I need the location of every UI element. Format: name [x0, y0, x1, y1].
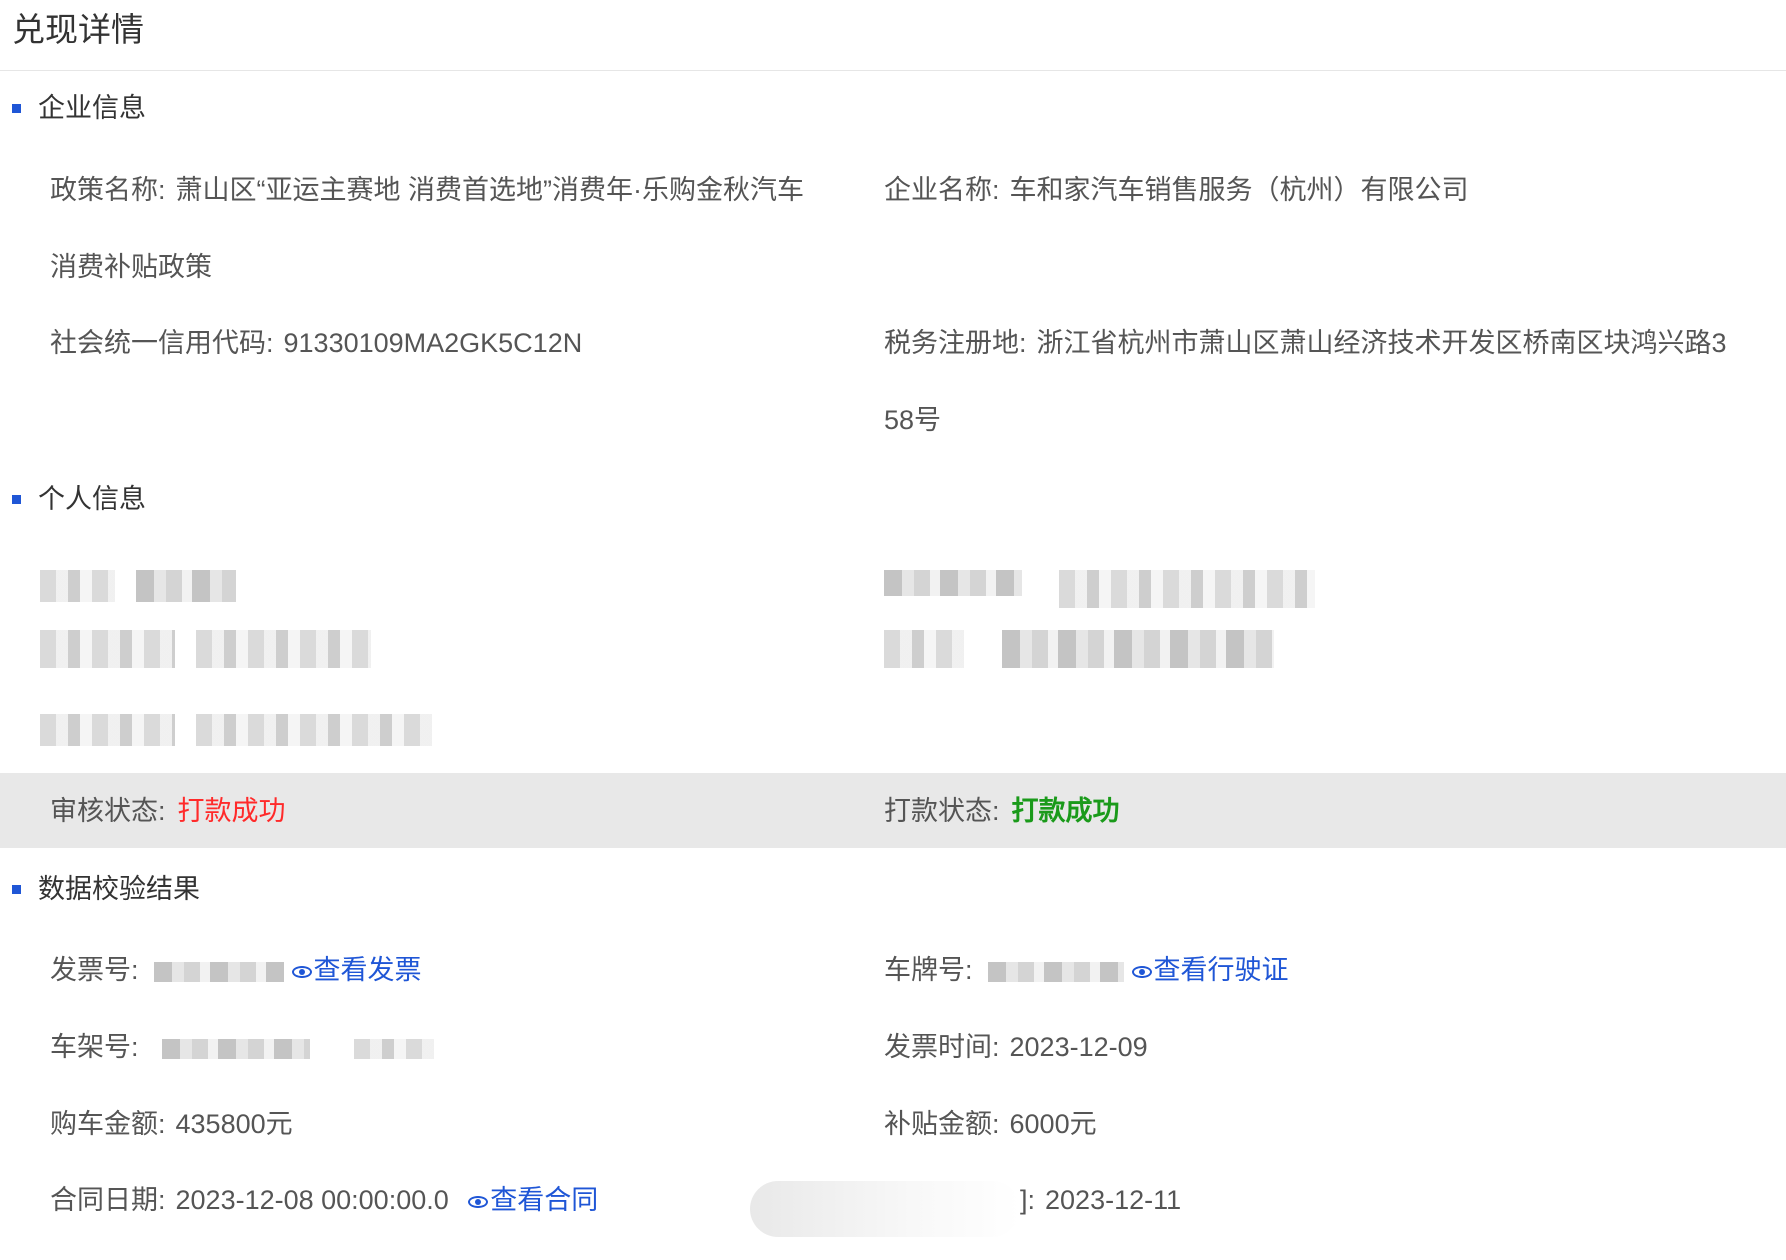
partial-date-value: 2023-12-11 [1045, 1185, 1182, 1215]
section-marker-icon [12, 494, 21, 504]
redacted-vin-part-2 [353, 1038, 434, 1059]
purchase-amount-label: 购车金额: [50, 1109, 166, 1139]
eye-icon [468, 1195, 489, 1208]
credit-code-value: 91330109MA2GK5C12N [283, 328, 583, 358]
contract-date-label: 合同日期: [50, 1185, 166, 1215]
tax-address-row: 税务注册地: 浙江省杭州市萧山区萧山经济技术开发区桥南区块鸿兴路3 [884, 323, 1727, 363]
redacted-field-2-label [40, 714, 175, 746]
vin-row: 车架号: [50, 1027, 434, 1067]
invoice-label: 发票号: [50, 955, 139, 985]
purchase-amount-value: 435800元 [175, 1109, 293, 1139]
purchase-amount-row: 购车金额: 435800元 [50, 1104, 293, 1144]
redacted-field-1-label [40, 630, 175, 668]
view-license-link[interactable]: 查看行驶证 [1131, 955, 1289, 985]
redacted-name-value [136, 570, 236, 602]
subsidy-amount-row: 补贴金额: 6000元 [884, 1104, 1097, 1144]
policy-name-value-line2: 消费补贴政策 [50, 252, 212, 282]
credit-code-label: 社会统一信用代码: [50, 328, 274, 358]
page-title: 兑现详情 [12, 11, 144, 48]
redacted-name-label [40, 570, 115, 602]
page-header: 兑现详情 [0, 0, 1786, 71]
redacted-field-2-value [196, 714, 432, 746]
credit-code-row: 社会统一信用代码: 91330109MA2GK5C12N [50, 323, 582, 363]
company-name-value: 车和家汽车销售服务（杭州）有限公司 [1009, 175, 1469, 205]
eye-icon [291, 965, 312, 978]
redacted-field-4-label [884, 630, 964, 668]
partial-date-row: ]: 2023-12-11 [1020, 1180, 1181, 1220]
partial-date-label: ]: [1020, 1185, 1036, 1215]
subsidy-amount-label: 补贴金额: [884, 1109, 1000, 1139]
view-invoice-link[interactable]: 查看发票 [291, 955, 422, 985]
policy-name-label: 政策名称: [50, 175, 166, 205]
invoice-row: 发票号: 查看发票 [50, 950, 422, 990]
plate-label: 车牌号: [884, 955, 973, 985]
view-invoice-label: 查看发票 [313, 955, 422, 985]
eye-icon [1131, 965, 1152, 978]
redacted-vin-part-1 [162, 1038, 311, 1059]
tax-address-value: 浙江省杭州市萧山区萧山经济技术开发区桥南区块鸿兴路3 [1036, 328, 1727, 358]
payment-status-row: 打款状态: 打款成功 [884, 791, 1120, 831]
section-personal-title: 个人信息 [38, 484, 146, 514]
plate-row: 车牌号: 查看行驶证 [884, 950, 1289, 990]
view-license-label: 查看行驶证 [1153, 955, 1289, 985]
subsidy-amount-value: 6000元 [1009, 1109, 1097, 1139]
payment-status-label: 打款状态: [884, 796, 1000, 826]
section-marker-icon [12, 103, 21, 113]
policy-name-continued: 消费补贴政策 [50, 247, 212, 287]
redacted-field-1-value [196, 630, 371, 668]
contract-date-value: 2023-12-08 00:00:00.0 [175, 1185, 449, 1215]
tax-address-label: 税务注册地: [884, 328, 1027, 358]
redacted-invoice-number [154, 961, 285, 982]
policy-name-value: 萧山区“亚运主赛地 消费首选地”消费年·乐购金秋汽车 [175, 175, 804, 205]
audit-status-value: 打款成功 [177, 796, 286, 826]
section-enterprise-title: 企业信息 [38, 93, 146, 123]
section-marker-icon [12, 884, 21, 894]
redacted-field-3-value [1059, 570, 1315, 608]
invoice-time-row: 发票时间: 2023-12-09 [884, 1027, 1148, 1067]
section-enterprise-info: 企业信息 [12, 88, 146, 128]
contract-date-row: 合同日期: 2023-12-08 00:00:00.0 查看合同 [50, 1180, 598, 1220]
redacted-plate-number [988, 961, 1125, 982]
invoice-time-label: 发票时间: [884, 1032, 1000, 1062]
watermark-overlay [750, 1181, 1020, 1237]
policy-name-row: 政策名称: 萧山区“亚运主赛地 消费首选地”消费年·乐购金秋汽车 [50, 170, 804, 210]
redacted-field-3-label [884, 570, 1022, 596]
invoice-time-value: 2023-12-09 [1009, 1032, 1148, 1062]
tax-address-value-line2: 58号 [884, 405, 942, 435]
section-personal-info: 个人信息 [12, 479, 146, 519]
company-name-label: 企业名称: [884, 175, 1000, 205]
section-verification: 数据校验结果 [12, 869, 200, 909]
audit-status-label: 审核状态: [50, 796, 166, 826]
tax-address-continued: 58号 [884, 400, 941, 440]
redacted-field-4-value [1002, 630, 1274, 668]
company-name-row: 企业名称: 车和家汽车销售服务（杭州）有限公司 [884, 170, 1469, 210]
vin-label: 车架号: [50, 1032, 139, 1062]
payment-status-value: 打款成功 [1011, 796, 1120, 826]
view-contract-link[interactable]: 查看合同 [468, 1185, 598, 1215]
audit-status-row: 审核状态: 打款成功 [50, 791, 286, 831]
section-verification-title: 数据校验结果 [38, 874, 200, 904]
view-contract-label: 查看合同 [490, 1185, 599, 1215]
